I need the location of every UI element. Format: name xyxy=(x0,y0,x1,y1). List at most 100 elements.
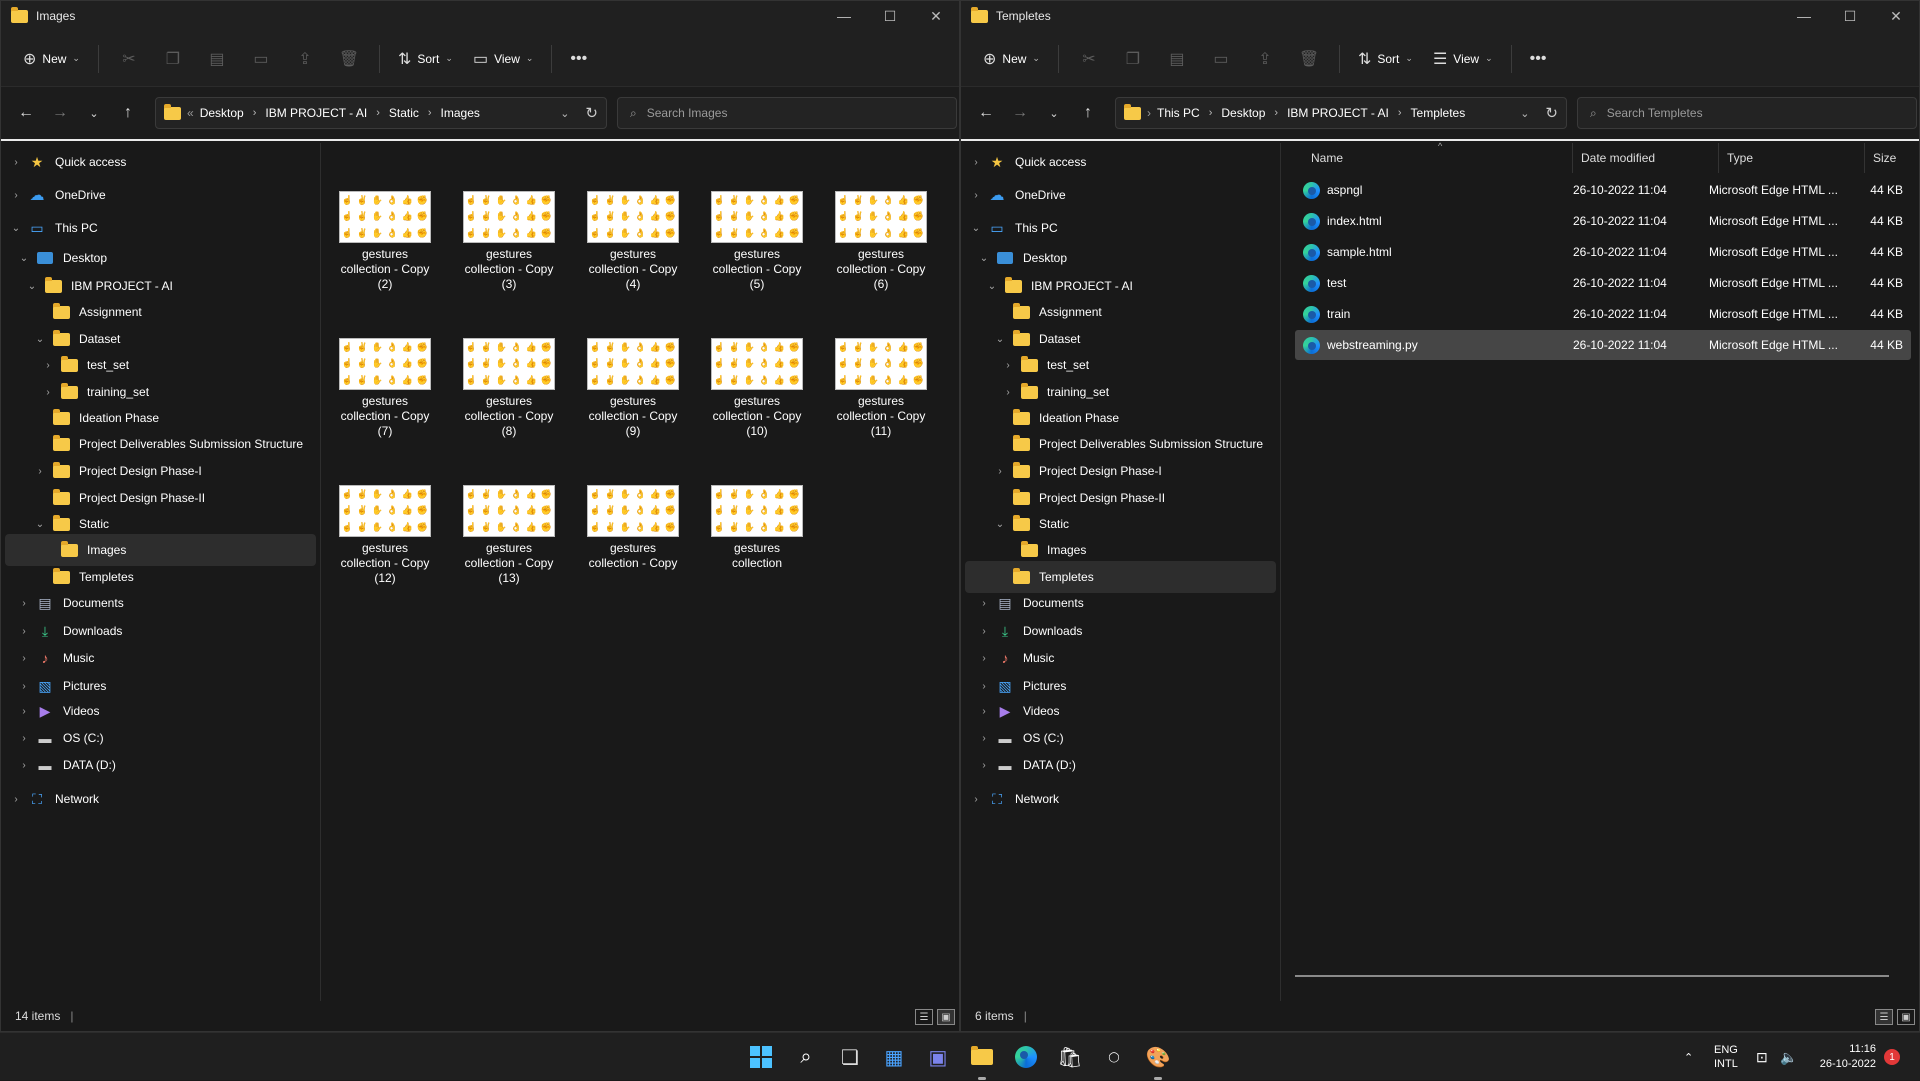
widgets-icon[interactable]: ▦ xyxy=(878,1041,910,1073)
language-indicator[interactable]: ENG INTL xyxy=(1714,1033,1738,1081)
column-type[interactable]: Type xyxy=(1719,143,1865,173)
minimize-button[interactable]: — xyxy=(1781,1,1827,31)
close-button[interactable]: ✕ xyxy=(913,1,959,31)
nav-item-data-d[interactable]: › ▬ DATA (D:) xyxy=(965,749,1276,781)
file-tile[interactable]: ☝ ✌ ✋ 👌 👍 ✊ ☝ ✌ ✋ 👌 👍 ✊ ☝ ✌ ✋ 👌 👍 ✊ gestures collection - C… xyxy=(453,338,565,439)
chevron-down-icon[interactable]: ⌄ xyxy=(9,223,23,234)
copy-icon[interactable]: ❐ xyxy=(151,43,195,75)
chevron-right-icon[interactable]: › xyxy=(17,681,31,692)
paste-icon[interactable]: ▤ xyxy=(195,43,239,75)
delete-icon[interactable]: 🗑 xyxy=(1287,43,1331,75)
chevron-right-icon[interactable]: › xyxy=(1001,360,1015,371)
refresh-icon[interactable]: ↻ xyxy=(585,104,598,122)
chevron-right-icon[interactable]: › xyxy=(977,626,991,637)
back-button[interactable]: ← xyxy=(969,97,1003,129)
close-button[interactable]: ✕ xyxy=(1873,1,1919,31)
title-bar[interactable]: Images — ☐ ✕ xyxy=(1,1,959,31)
chevron-right-icon[interactable]: › xyxy=(41,387,55,398)
copy-icon[interactable]: ❐ xyxy=(1111,43,1155,75)
file-tile[interactable]: ☝ ✌ ✋ 👌 👍 ✊ ☝ ✌ ✋ 👌 👍 ✊ ☝ ✌ ✋ 👌 👍 ✊ gestures collection - C… xyxy=(329,338,441,439)
address-bar[interactable]: › This PC › Desktop › IBM PROJECT - AI › Te… xyxy=(1115,97,1567,129)
file-tile[interactable]: ☝ ✌ ✋ 👌 👍 ✊ ☝ ✌ ✋ 👌 👍 ✊ ☝ ✌ ✋ 👌 👍 ✊ gestures collection - C… xyxy=(701,338,813,439)
cut-icon[interactable]: ✂ xyxy=(107,43,151,75)
file-tile[interactable]: ☝ ✌ ✋ 👌 👍 ✊ ☝ ✌ ✋ 👌 👍 ✊ ☝ ✌ ✋ 👌 👍 ✊ gestures collection - C… xyxy=(329,485,441,586)
recent-locations-button[interactable]: ⌄ xyxy=(77,97,111,129)
breadcrumb-item[interactable]: IBM PROJECT - AI xyxy=(265,106,367,120)
address-dropdown-icon[interactable]: ⌄ xyxy=(1512,107,1537,120)
chevron-down-icon[interactable]: ⌄ xyxy=(993,519,1007,530)
nav-item-data-d[interactable]: › ▬ DATA (D:) xyxy=(5,749,316,781)
chevron-right-icon[interactable]: › xyxy=(17,733,31,744)
chevron-down-icon[interactable]: ⌄ xyxy=(977,253,991,264)
back-button[interactable]: ← xyxy=(9,97,43,129)
chevron-right-icon[interactable]: › xyxy=(977,706,991,717)
breadcrumb-item[interactable]: Static xyxy=(389,106,419,120)
forward-button[interactable]: → xyxy=(43,97,77,129)
file-explorer-icon[interactable] xyxy=(966,1041,998,1073)
new-button[interactable]: ⊕ New ⌄ xyxy=(973,43,1050,75)
large-icons-view-icon[interactable]: ▣ xyxy=(1897,1009,1915,1025)
chevron-right-icon[interactable]: › xyxy=(969,794,983,805)
overflow-chevron-icon[interactable]: « xyxy=(187,106,194,120)
show-hidden-icons-icon[interactable]: ⌃ xyxy=(1684,1033,1693,1081)
file-row[interactable]: webstreaming.py 26-10-2022 11:04 Microsoft… xyxy=(1295,330,1911,360)
chevron-down-icon[interactable]: ⌄ xyxy=(969,223,983,234)
chevron-down-icon[interactable]: ⌄ xyxy=(993,334,1007,345)
view-button[interactable]: ▭ View ⌄ xyxy=(463,43,543,75)
chevron-right-icon[interactable]: › xyxy=(428,107,432,119)
file-tile[interactable]: ☝ ✌ ✋ 👌 👍 ✊ ☝ ✌ ✋ 👌 👍 ✊ ☝ ✌ ✋ 👌 👍 ✊ gestures collection - C… xyxy=(329,191,441,292)
chevron-right-icon[interactable]: › xyxy=(1274,107,1278,119)
chevron-right-icon[interactable]: › xyxy=(9,157,23,168)
up-button[interactable]: ↑ xyxy=(111,97,145,129)
address-bar[interactable]: « Desktop › IBM PROJECT - AI › Static › Ima… xyxy=(155,97,607,129)
nav-item-network[interactable]: › ⛶ Network xyxy=(5,783,316,815)
maximize-button[interactable]: ☐ xyxy=(1827,1,1873,31)
nav-item-quick-access[interactable]: › ★ Quick access xyxy=(965,146,1276,178)
chevron-down-icon[interactable]: ⌄ xyxy=(33,334,47,345)
rename-icon[interactable]: ▭ xyxy=(239,43,283,75)
chevron-right-icon[interactable]: › xyxy=(17,706,31,717)
chevron-right-icon[interactable]: › xyxy=(1398,107,1402,119)
recent-locations-button[interactable]: ⌄ xyxy=(1037,97,1071,129)
address-dropdown-icon[interactable]: ⌄ xyxy=(552,107,577,120)
task-view-icon[interactable]: ❏ xyxy=(834,1041,866,1073)
volume-icon[interactable]: 🔈 xyxy=(1780,1033,1797,1081)
notification-badge[interactable]: 1 xyxy=(1884,1033,1900,1081)
breadcrumb-item[interactable]: Desktop xyxy=(1221,106,1265,120)
chevron-right-icon[interactable]: › xyxy=(17,626,31,637)
chevron-down-icon[interactable]: ⌄ xyxy=(33,519,47,530)
chevron-right-icon[interactable]: › xyxy=(1147,106,1151,120)
column-name[interactable]: Name ^ xyxy=(1303,141,1573,173)
chevron-right-icon[interactable]: › xyxy=(1001,387,1015,398)
chevron-right-icon[interactable]: › xyxy=(977,733,991,744)
chevron-right-icon[interactable]: › xyxy=(977,598,991,609)
column-size[interactable]: Size xyxy=(1865,143,1919,173)
share-icon[interactable]: ⇪ xyxy=(1243,43,1287,75)
view-button[interactable]: ☰ View ⌄ xyxy=(1423,43,1503,75)
breadcrumb-item[interactable]: Images xyxy=(441,106,480,120)
more-options-button[interactable]: ••• xyxy=(1520,44,1557,74)
nav-item-onedrive[interactable]: › ☁ OneDrive xyxy=(5,179,316,211)
refresh-icon[interactable]: ↻ xyxy=(1545,104,1558,122)
chevron-right-icon[interactable]: › xyxy=(9,794,23,805)
search-box[interactable]: ⌕ Search Templetes xyxy=(1577,97,1917,129)
chevron-right-icon[interactable]: › xyxy=(977,681,991,692)
chevron-right-icon[interactable]: › xyxy=(977,653,991,664)
file-tile[interactable]: ☝ ✌ ✋ 👌 👍 ✊ ☝ ✌ ✋ 👌 👍 ✊ ☝ ✌ ✋ 👌 👍 ✊ gestures collection - C… xyxy=(825,338,937,439)
chevron-right-icon[interactable]: › xyxy=(41,360,55,371)
search-box[interactable]: ⌕ Search Images xyxy=(617,97,957,129)
chevron-right-icon[interactable]: › xyxy=(9,190,23,201)
more-options-button[interactable]: ••• xyxy=(560,44,597,74)
file-tile[interactable]: ☝ ✌ ✋ 👌 👍 ✊ ☝ ✌ ✋ 👌 👍 ✊ ☝ ✌ ✋ 👌 👍 ✊ gestures collection - C… xyxy=(453,485,565,586)
file-row[interactable]: index.html 26-10-2022 11:04 Microsoft Edge… xyxy=(1295,206,1911,236)
file-tile[interactable]: ☝ ✌ ✋ 👌 👍 ✊ ☝ ✌ ✋ 👌 👍 ✊ ☝ ✌ ✋ 👌 👍 ✊ gestures collection - C… xyxy=(577,191,689,292)
file-tile[interactable]: ☝ ✌ ✋ 👌 👍 ✊ ☝ ✌ ✋ 👌 👍 ✊ ☝ ✌ ✋ 👌 👍 ✊ gestures collection - C… xyxy=(453,191,565,292)
paint-icon[interactable]: 🎨 xyxy=(1142,1041,1174,1073)
share-icon[interactable]: ⇪ xyxy=(283,43,327,75)
chevron-right-icon[interactable]: › xyxy=(253,107,257,119)
network-icon[interactable]: ⊡ xyxy=(1756,1033,1768,1081)
paste-icon[interactable]: ▤ xyxy=(1155,43,1199,75)
clock[interactable]: 11:16 26-10-2022 xyxy=(1810,1033,1876,1081)
forward-button[interactable]: → xyxy=(1003,97,1037,129)
file-tile[interactable]: ☝ ✌ ✋ 👌 👍 ✊ ☝ ✌ ✋ 👌 👍 ✊ ☝ ✌ ✋ 👌 👍 ✊ gestures collection xyxy=(701,485,813,571)
